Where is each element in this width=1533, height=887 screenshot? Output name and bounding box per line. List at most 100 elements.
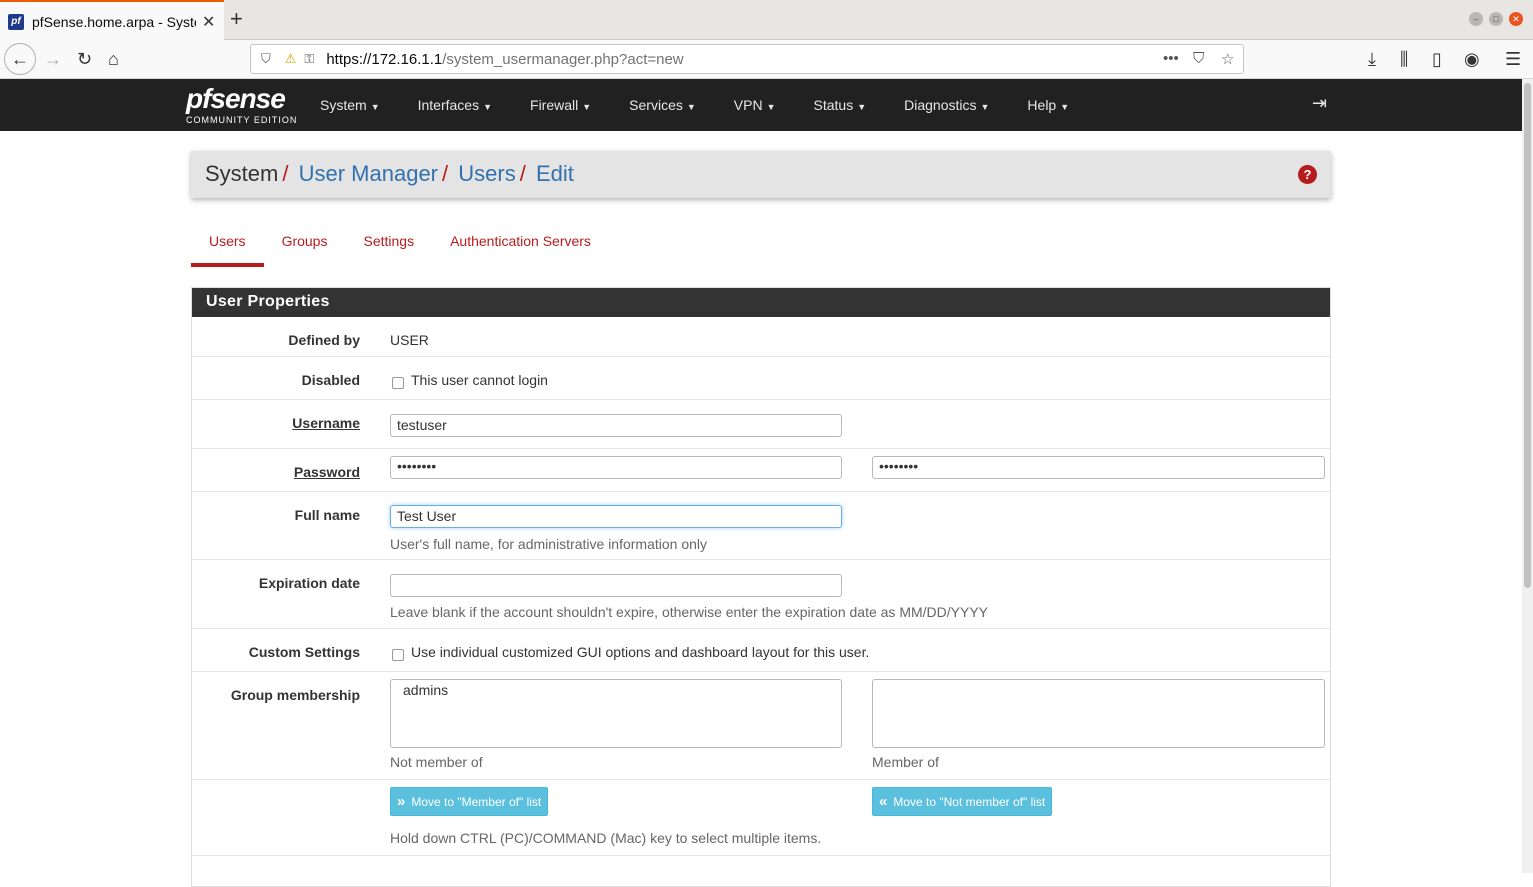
username-input[interactable]: testuser	[390, 414, 842, 437]
shield-icon[interactable]: ⛉	[261, 51, 271, 67]
menu-services[interactable]: Services ▼	[629, 97, 696, 113]
browser-tab-bar: pf pfSense.home.arpa - System: User Mana…	[0, 0, 1533, 41]
pocket-icon[interactable]: ⛉	[1193, 50, 1204, 67]
expiration-date-label: Expiration date	[258, 575, 360, 591]
row-disabled: Disabled This user cannot login	[192, 357, 1330, 400]
move-to-member-button[interactable]: » Move to "Member of" list	[390, 787, 549, 816]
defined-by-label: Defined by	[288, 332, 360, 348]
custom-settings-label: Custom Settings	[248, 644, 360, 660]
pfsense-logo[interactable]: pfsense COMMUNITY EDITION	[186, 85, 297, 126]
not-member-of-list[interactable]: admins	[390, 679, 842, 748]
menu-help[interactable]: Help ▼	[1027, 97, 1069, 113]
browser-nav-bar: ← → ↻ ⌂ ⛉ ⚠ ⚿ https://172.16.1.1/system_…	[0, 40, 1533, 79]
defined-by-value: USER	[390, 332, 429, 348]
menu-interfaces[interactable]: Interfaces ▼	[418, 97, 492, 113]
row-custom-settings: Custom Settings Use individual customize…	[192, 629, 1330, 672]
caret-down-icon: ▼	[1060, 102, 1070, 112]
reload-icon[interactable]: ↻	[77, 48, 92, 70]
menu-diagnostics[interactable]: Diagnostics ▼	[904, 97, 989, 113]
help-question-icon[interactable]: ?	[1298, 165, 1317, 184]
tab-users[interactable]: Users	[191, 223, 264, 267]
bookmark-star-icon[interactable]: ☆	[1221, 50, 1234, 68]
key-icon[interactable]: ⚿	[304, 51, 314, 67]
row-move-buttons: » Move to "Member of" list «Move to "Not …	[192, 780, 1330, 856]
disabled-label: Disabled	[301, 372, 360, 388]
page-scrollbar[interactable]	[1522, 79, 1533, 873]
home-icon[interactable]: ⌂	[108, 48, 119, 70]
not-member-of-caption: Not member of	[390, 754, 483, 770]
sidebar-icon[interactable]: ▯	[1432, 48, 1442, 70]
menu-system[interactable]: System ▼	[320, 97, 380, 113]
disabled-checkbox[interactable]	[392, 377, 404, 389]
downloads-icon[interactable]: ⤓	[1368, 48, 1376, 70]
move-to-not-member-button[interactable]: «Move to "Not member of" list	[872, 787, 1053, 816]
custom-settings-checkbox-label[interactable]: Use individual customized GUI options an…	[411, 644, 869, 660]
breadcrumb-panel: System / User Manager / Users / Edit ?	[191, 151, 1331, 198]
tab-authentication-servers[interactable]: Authentication Servers	[432, 223, 609, 267]
member-of-caption: Member of	[872, 754, 939, 770]
caret-down-icon: ▼	[857, 102, 867, 112]
page-actions-icon[interactable]: •••	[1163, 50, 1179, 67]
password-input[interactable]: ••••••••	[390, 456, 842, 479]
menu-firewall[interactable]: Firewall ▼	[530, 97, 591, 113]
tab-groups[interactable]: Groups	[264, 223, 346, 267]
breadcrumb-edit[interactable]: Edit	[536, 161, 574, 186]
list-item[interactable]: admins	[403, 682, 829, 698]
caret-down-icon: ▼	[370, 102, 380, 112]
menu-status[interactable]: Status ▼	[814, 97, 867, 113]
browser-tab[interactable]: pf pfSense.home.arpa - System: User Mana…	[0, 0, 224, 41]
breadcrumb: System / User Manager / Users / Edit	[205, 161, 574, 186]
username-label: Username	[292, 415, 360, 431]
row-defined-by: Defined by USER	[192, 317, 1330, 357]
row-full-name: Full name Test User User's full name, fo…	[192, 492, 1330, 560]
new-tab-icon[interactable]: +	[230, 8, 243, 30]
insecure-lock-icon[interactable]: ⚠	[285, 51, 297, 67]
row-expiration-date: Expiration date Leave blank if the accou…	[192, 560, 1330, 629]
menu-vpn[interactable]: VPN ▼	[734, 97, 776, 113]
url-text: https://172.16.1.1/system_usermanager.ph…	[326, 50, 684, 68]
custom-settings-checkbox[interactable]	[392, 649, 404, 661]
minimize-icon[interactable]: –	[1469, 12, 1483, 26]
pfsense-favicon-icon: pf	[8, 13, 24, 30]
caret-down-icon: ▼	[582, 102, 592, 112]
tab-close-icon[interactable]: ✕	[202, 12, 215, 32]
main-menu: System ▼ Interfaces ▼ Firewall ▼ Services ▼ …	[320, 79, 1107, 131]
group-membership-label: Group membership	[230, 687, 360, 703]
password-confirm-input[interactable]: ••••••••	[872, 456, 1325, 479]
member-of-list[interactable]	[872, 679, 1325, 748]
full-name-help: User's full name, for administrative inf…	[390, 536, 708, 552]
full-name-input[interactable]: Test User	[390, 505, 842, 528]
tab-title: pfSense.home.arpa - System: User Manager…	[32, 13, 196, 30]
window-close-icon[interactable]: ✕	[1509, 12, 1523, 26]
panel-title: User Properties	[192, 288, 1330, 317]
password-label: Password	[293, 464, 360, 480]
multi-select-help: Hold down CTRL (PC)/COMMAND (Mac) key to…	[390, 830, 822, 846]
expiration-date-input[interactable]	[390, 574, 842, 597]
forward-icon[interactable]: →	[44, 48, 62, 70]
row-password: Password •••••••• ••••••••	[192, 449, 1330, 492]
expiration-date-help: Leave blank if the account shouldn't exp…	[390, 604, 989, 620]
menu-hamburger-icon[interactable]: ☰	[1505, 48, 1521, 70]
full-name-label: Full name	[294, 507, 360, 523]
double-chevron-left-icon: «	[879, 793, 888, 810]
scrollbar-thumb[interactable]	[1524, 83, 1531, 588]
tab-settings[interactable]: Settings	[345, 223, 432, 267]
library-icon[interactable]: ⫼	[1400, 48, 1408, 70]
caret-down-icon: ▼	[483, 102, 493, 112]
row-group-membership: Group membership admins Not member of Me…	[192, 672, 1330, 780]
row-username: Username testuser	[192, 400, 1330, 449]
double-chevron-right-icon: »	[397, 793, 406, 810]
caret-down-icon: ▼	[980, 102, 990, 112]
url-bar[interactable]: ⛉ ⚠ ⚿ https://172.16.1.1/system_usermana…	[250, 44, 1244, 74]
breadcrumb-user-manager[interactable]: User Manager	[299, 161, 438, 186]
breadcrumb-users[interactable]: Users	[458, 161, 515, 186]
caret-down-icon: ▼	[686, 102, 696, 112]
disabled-checkbox-label[interactable]: This user cannot login	[411, 372, 548, 388]
account-icon[interactable]: ◉	[1464, 48, 1480, 70]
breadcrumb-system: System	[205, 161, 279, 186]
pfsense-header: pfsense COMMUNITY EDITION System ▼ Interf…	[0, 79, 1522, 131]
logout-icon[interactable]: ⇥	[1312, 93, 1327, 114]
section-tabs: Users Groups Settings Authentication Ser…	[191, 223, 609, 267]
back-icon[interactable]: ←	[4, 43, 36, 75]
maximize-icon[interactable]: □	[1489, 12, 1503, 26]
